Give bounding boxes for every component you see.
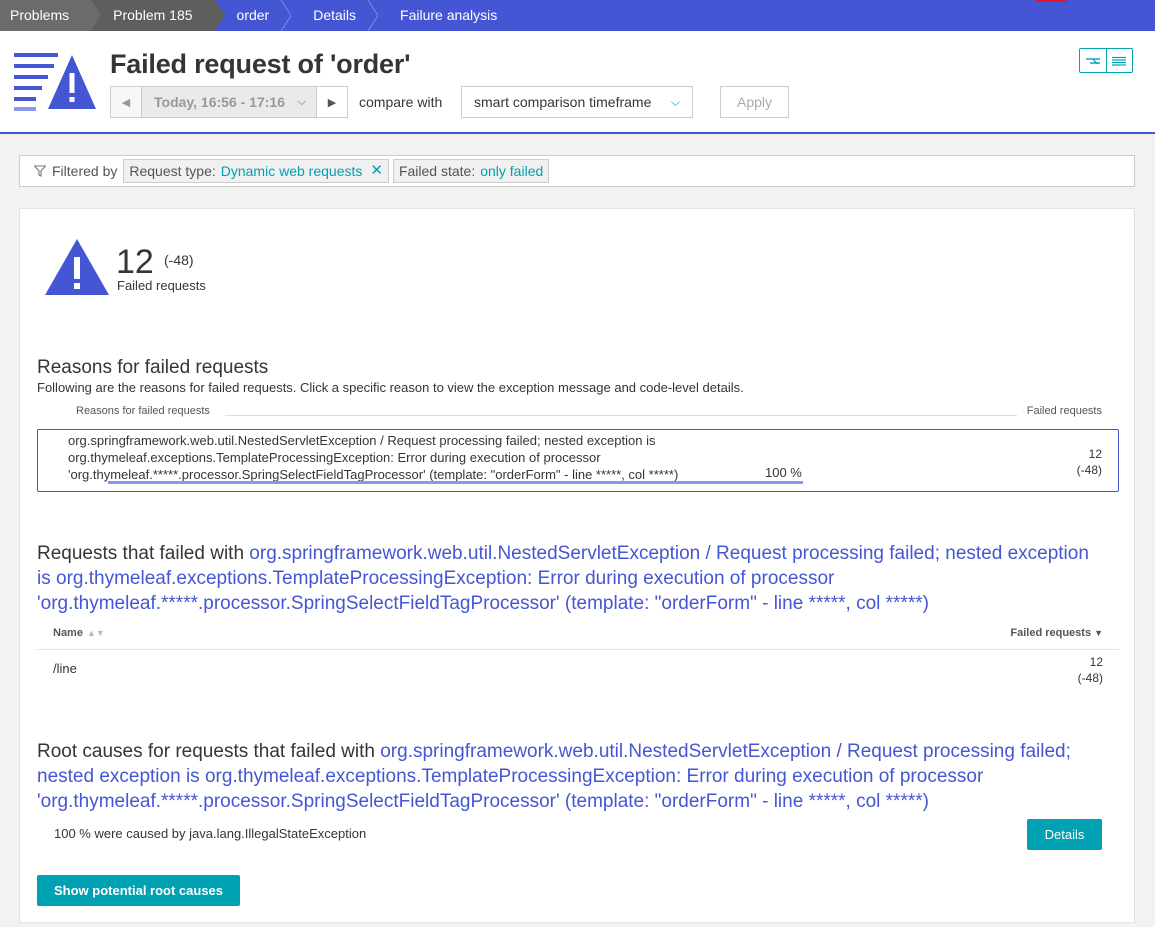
list-view-button[interactable] xyxy=(1105,49,1132,72)
reason-text: org.springframework.web.util.NestedServl… xyxy=(68,433,679,482)
filter-chip-request-type[interactable]: Request type: Dynamic web requests ✕ xyxy=(123,159,389,183)
request-name: /line xyxy=(53,661,77,676)
timeframe-selector: ◀ Today, 16:56 - 17:16 ⌵ ▶ xyxy=(110,86,348,118)
warning-icon xyxy=(45,239,109,295)
breadcrumb-label: Problem 185 xyxy=(113,7,193,23)
request-failed-count: 12 (-48) xyxy=(1078,654,1103,686)
caret-right-icon: ▶ xyxy=(327,96,337,109)
breadcrumb-accent-line xyxy=(1036,0,1066,2)
breadcrumb-item-problems[interactable]: Problems xyxy=(0,0,102,31)
breadcrumb-label: Details xyxy=(313,7,357,23)
filter-chip-failed-state[interactable]: Failed state: only failed xyxy=(392,159,550,183)
breadcrumb-item-details[interactable]: Details xyxy=(291,0,388,31)
table-row[interactable]: /line 12 (-48) xyxy=(37,651,1119,691)
reason-count-delta: (-48) xyxy=(1076,463,1102,477)
breadcrumb-separator-icon xyxy=(367,0,379,31)
compare-label: compare with xyxy=(359,94,443,110)
failure-analysis-card: 12 (-48) Failed requests Reasons for fai… xyxy=(19,208,1135,923)
breadcrumb-label: Problems xyxy=(10,7,70,23)
details-button[interactable]: Details xyxy=(1027,819,1102,850)
root-cause-summary: 100 % were caused by java.lang.IllegalSt… xyxy=(54,826,367,841)
failed-requests-label: Failed requests xyxy=(117,278,206,293)
timeframe-previous-button[interactable]: ◀ xyxy=(110,86,142,118)
timeframe-dropdown[interactable]: Today, 16:56 - 17:16 ⌵ xyxy=(142,86,316,118)
breadcrumb-label: order xyxy=(236,7,270,23)
name-column-label: Name xyxy=(53,627,83,639)
root-causes-title: Root causes for requests that failed wit… xyxy=(37,739,1117,814)
reason-percent: 100 % xyxy=(765,465,802,480)
chip-value: Dynamic web requests xyxy=(220,163,363,179)
failed-requests-list-icon xyxy=(14,53,96,111)
chip-value: only failed xyxy=(480,163,544,179)
requests-title: Requests that failed with org.springfram… xyxy=(37,541,1107,616)
breadcrumb-item-failure-analysis[interactable]: Failure analysis xyxy=(378,0,530,31)
reasons-title: Reasons for failed requests xyxy=(37,357,269,378)
sort-down-icon: ▼ xyxy=(1094,628,1103,638)
breadcrumb-item-problem[interactable]: Problem 185 xyxy=(91,0,225,31)
chip-key: Failed state: xyxy=(398,163,476,179)
request-count-delta: (-48) xyxy=(1077,671,1103,685)
reason-count: 12 (-48) xyxy=(1077,446,1102,478)
compare-value: smart comparison timeframe xyxy=(474,94,652,110)
apply-button[interactable]: Apply xyxy=(720,86,789,118)
column-divider xyxy=(225,415,1017,416)
page-header: Failed request of 'order' ◀ Today, 16:56… xyxy=(0,31,1155,134)
reasons-column-header: Reasons for failed requests xyxy=(76,405,210,417)
close-icon[interactable]: ✕ xyxy=(370,160,383,182)
name-column-header[interactable]: Name ▲▼ xyxy=(53,627,105,639)
reason-share-bar xyxy=(108,481,803,484)
failed-requests-sort-header[interactable]: Failed requests ▼ xyxy=(1010,627,1103,639)
compare-timeframe-select[interactable]: smart comparison timeframe ⌵ xyxy=(461,86,693,118)
breadcrumb-label: Failure analysis xyxy=(400,7,498,23)
breadcrumb: Problems Problem 185 order Details Failu… xyxy=(0,0,1155,31)
failed-requests-column-header: Failed requests xyxy=(1026,405,1102,417)
view-toggle xyxy=(1079,48,1133,73)
request-count-value: 12 xyxy=(1089,655,1103,669)
filter-lines-icon xyxy=(1085,57,1100,64)
reason-row[interactable]: org.springframework.web.util.NestedServl… xyxy=(37,429,1119,492)
filter-bar: Filtered by Request type: Dynamic web re… xyxy=(19,155,1135,187)
breadcrumb-item-order[interactable]: order xyxy=(215,0,301,31)
filter-view-button[interactable] xyxy=(1080,49,1106,72)
filter-label: Filtered by xyxy=(52,163,118,179)
timeframe-value: Today, 16:56 - 17:16 xyxy=(154,94,285,110)
reasons-description: Following are the reasons for failed req… xyxy=(37,380,744,395)
failed-column-label: Failed requests xyxy=(1010,627,1092,639)
root-causes-title-prefix: Root causes for requests that failed wit… xyxy=(37,741,381,762)
chip-key: Request type: xyxy=(129,163,216,179)
chevron-down-icon: ⌵ xyxy=(297,96,306,108)
caret-left-icon: ◀ xyxy=(121,96,131,109)
timeframe-next-button[interactable]: ▶ xyxy=(316,86,348,118)
failed-requests-count: 12 xyxy=(116,243,154,281)
breadcrumb-separator-icon xyxy=(280,0,292,31)
failed-requests-delta: (-48) xyxy=(164,252,194,268)
sort-icon: ▲▼ xyxy=(86,628,105,638)
reason-count-value: 12 xyxy=(1088,447,1102,461)
funnel-icon xyxy=(34,165,46,177)
requests-table-header: Name ▲▼ Failed requests ▼ xyxy=(37,624,1119,650)
show-potential-root-causes-button[interactable]: Show potential root causes xyxy=(37,875,240,906)
requests-title-prefix: Requests that failed with xyxy=(37,543,250,564)
chevron-down-icon: ⌵ xyxy=(670,95,680,109)
page-title: Failed request of 'order' xyxy=(110,49,411,79)
list-lines-icon xyxy=(1112,56,1127,66)
